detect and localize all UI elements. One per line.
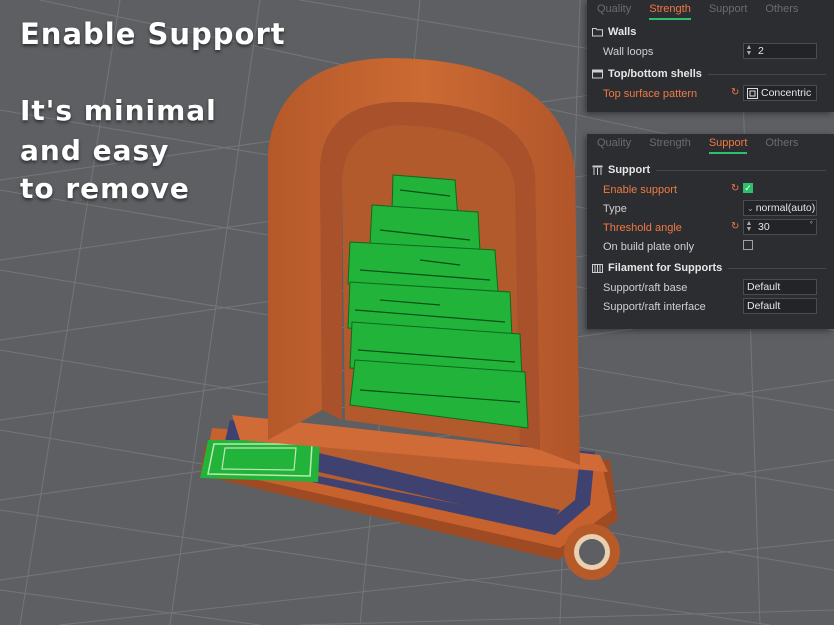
reset-icon[interactable]: ↻ — [731, 221, 739, 232]
build-plate-label: On build plate only — [603, 240, 695, 253]
raft-interface-label: Support/raft interface — [603, 300, 706, 313]
top-surface-row: Top surface pattern ↻ Concentric — [587, 84, 834, 103]
tab-others[interactable]: Others — [765, 3, 798, 20]
support-header: Support — [608, 164, 651, 176]
wall-loops-input[interactable]: ▲ ▼ 2 — [743, 43, 817, 59]
reset-icon[interactable]: ↻ — [731, 87, 739, 98]
settings-panel-support: Quality Strength Support Others Support … — [587, 134, 834, 329]
support-icon — [591, 164, 603, 176]
threshold-unit: ° — [809, 220, 813, 229]
threshold-label: Threshold angle — [603, 221, 682, 234]
type-value: normal(auto) — [755, 202, 816, 214]
shells-section: Top/bottom shells — [587, 64, 834, 84]
chevron-down-icon: ⌄ — [747, 203, 754, 213]
tab-strength[interactable]: Strength — [649, 137, 691, 154]
filament-section: Filament for Supports — [587, 258, 834, 278]
enable-support-label: Enable support — [603, 183, 677, 196]
walls-header: Walls — [608, 26, 637, 38]
overlay-title: Enable Support — [20, 17, 286, 51]
raft-interface-select[interactable]: Default — [743, 298, 817, 314]
filament-header: Filament for Supports — [608, 262, 723, 274]
raft-base-select[interactable]: Default — [743, 279, 817, 295]
top-surface-select[interactable]: Concentric — [743, 85, 817, 101]
overlay-line-2: and easy — [20, 134, 170, 167]
threshold-value: 30 — [758, 221, 770, 233]
walls-section: Walls — [587, 22, 834, 42]
filament-icon — [591, 262, 603, 274]
tab-quality[interactable]: Quality — [597, 137, 631, 154]
threshold-row: Threshold angle ↻ ▲ ▼ 30 ° — [587, 218, 834, 237]
tab-others[interactable]: Others — [765, 137, 798, 154]
settings-tabs: Quality Strength Support Others — [587, 134, 834, 154]
settings-tabs: Quality Strength Support Others — [587, 0, 834, 20]
build-plate-row: On build plate only — [587, 237, 834, 256]
top-surface-label: Top surface pattern — [603, 87, 698, 100]
raft-base-row: Support/raft base Default — [587, 278, 834, 297]
type-row: Type ⌄ normal(auto) — [587, 199, 834, 218]
raft-interface-value: Default — [747, 300, 781, 312]
type-label: Type — [603, 202, 627, 215]
threshold-input[interactable]: ▲ ▼ 30 ° — [743, 219, 817, 235]
section-divider — [707, 73, 826, 75]
wall-loops-value: 2 — [758, 45, 764, 57]
section-divider — [728, 267, 826, 269]
spinner-icon[interactable]: ▲ ▼ — [744, 220, 754, 233]
tab-support[interactable]: Support — [708, 137, 748, 154]
overlay-line-1: It's minimal — [20, 94, 217, 127]
overlay-line-3: to remove — [20, 172, 190, 205]
wall-loops-row: Wall loops ▲ ▼ 2 — [587, 42, 834, 61]
build-plate-checkbox[interactable] — [743, 240, 753, 250]
concentric-icon — [747, 87, 758, 99]
shell-icon — [591, 68, 603, 80]
raft-base-label: Support/raft base — [603, 281, 688, 294]
enable-support-row: Enable support ↻ ✓ — [587, 180, 834, 199]
section-divider — [656, 169, 826, 171]
raft-base-value: Default — [747, 281, 781, 293]
tab-quality[interactable]: Quality — [597, 3, 631, 20]
wall-loops-label: Wall loops — [603, 45, 654, 58]
enable-support-checkbox[interactable]: ✓ — [743, 183, 753, 193]
printed-model — [200, 58, 620, 580]
folder-icon — [591, 26, 603, 38]
raft-interface-row: Support/raft interface Default — [587, 297, 834, 316]
settings-panel-strength: Quality Strength Support Others Walls Wa… — [587, 0, 834, 112]
top-surface-value: Concentric — [761, 87, 812, 99]
support-section: Support — [587, 160, 834, 180]
spinner-icon[interactable]: ▲ ▼ — [744, 44, 754, 57]
type-select[interactable]: ⌄ normal(auto) — [743, 200, 817, 216]
tab-strength[interactable]: Strength — [649, 3, 691, 20]
tab-support[interactable]: Support — [709, 3, 748, 20]
shells-header: Top/bottom shells — [608, 68, 702, 80]
reset-icon[interactable]: ↻ — [731, 183, 739, 194]
